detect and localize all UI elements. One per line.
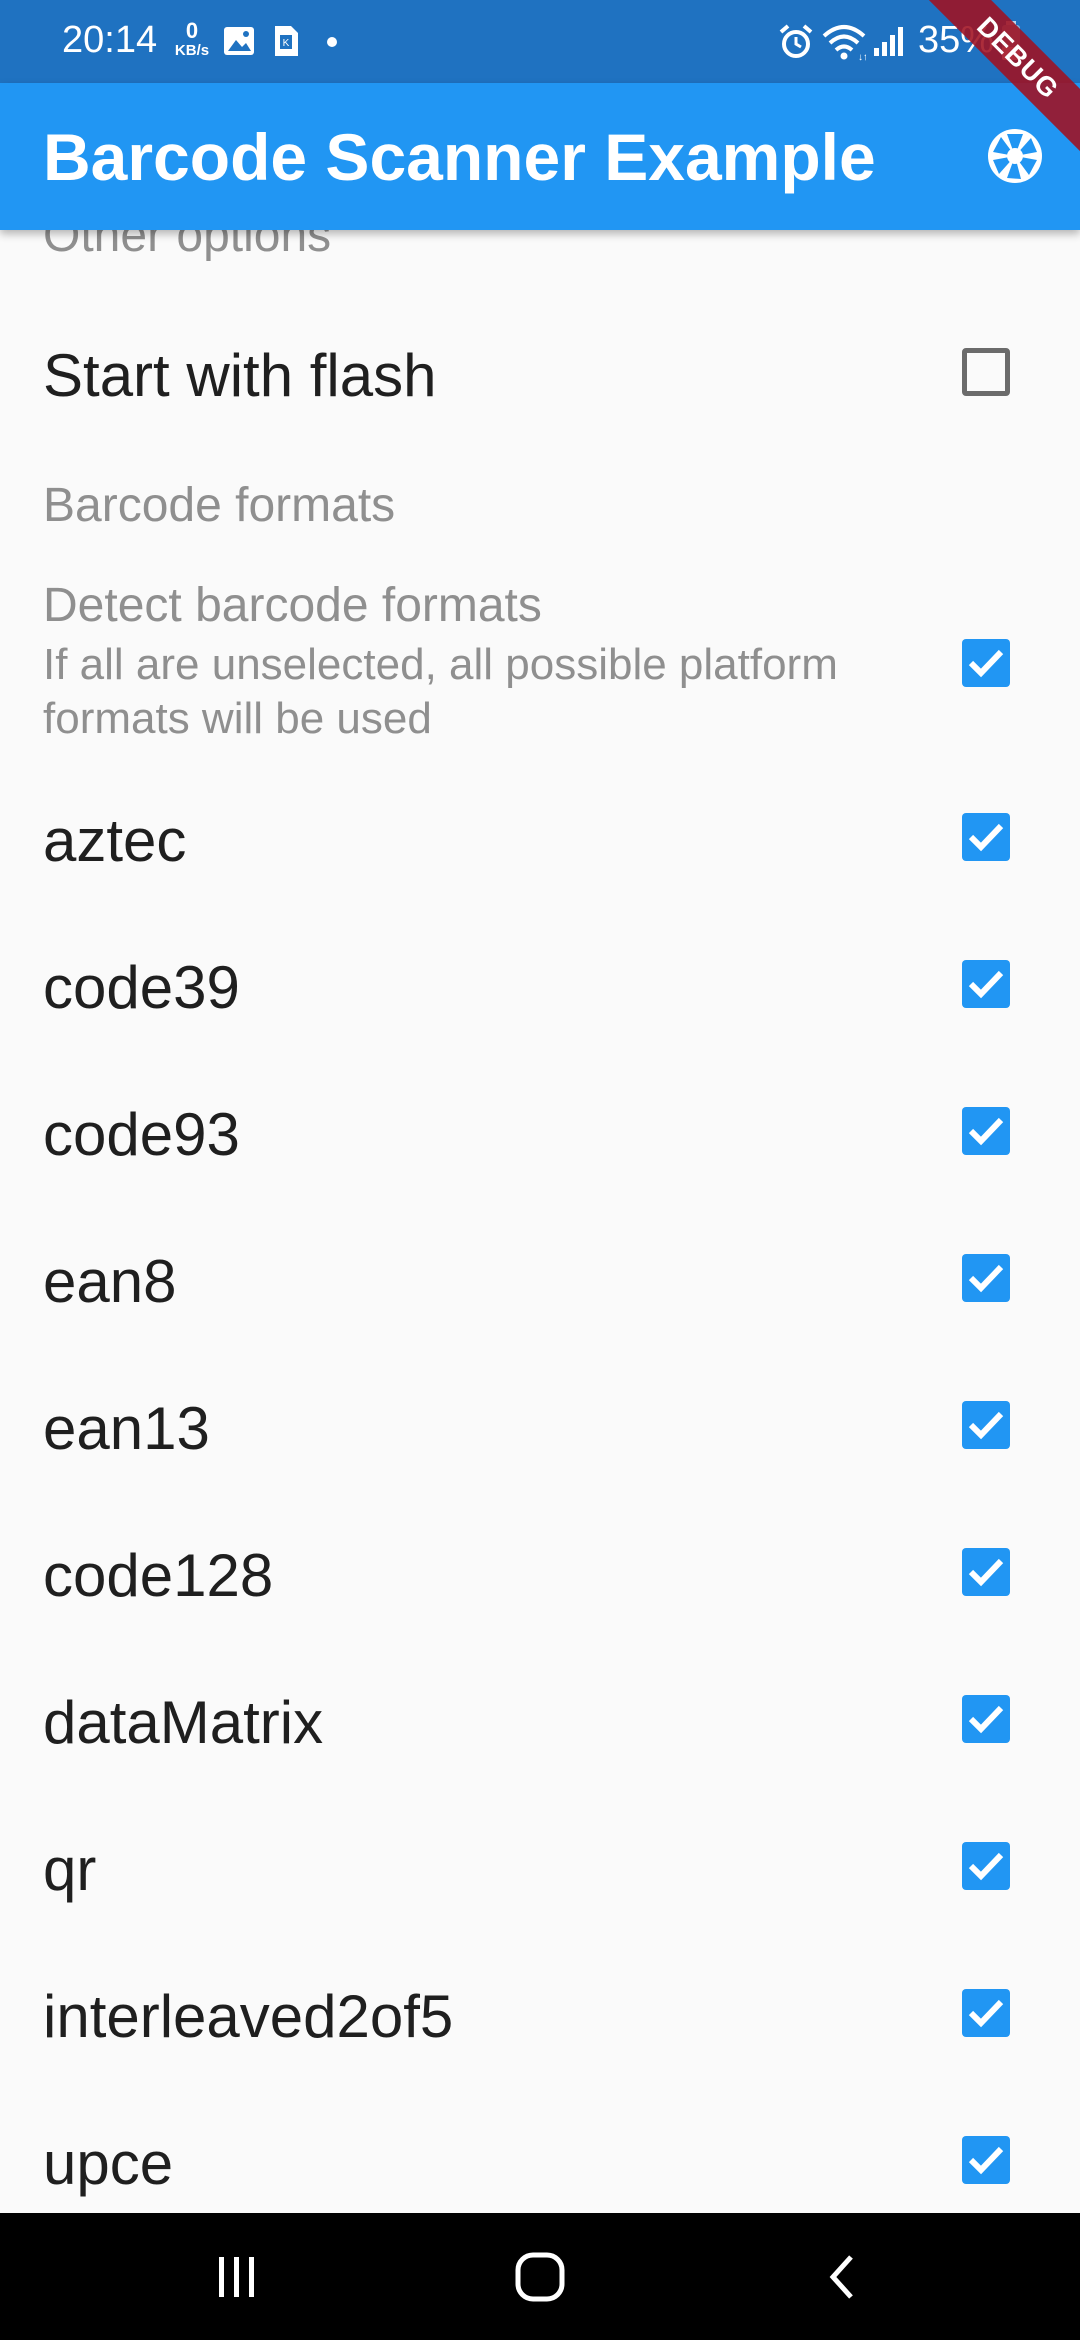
format-checkbox[interactable]: [962, 812, 1010, 861]
alarm-icon: [779, 24, 813, 58]
navigation-bar: [0, 2213, 1080, 2340]
image-icon: [224, 27, 254, 55]
checkmark-icon: [968, 649, 1004, 678]
format-checkbox[interactable]: [962, 1400, 1010, 1449]
app-bar: Barcode Scanner Example: [0, 83, 1080, 230]
svg-text:↓↑: ↓↑: [858, 52, 866, 62]
checkmark-icon: [968, 2146, 1004, 2174]
checkmark-icon: [968, 1264, 1004, 1292]
format-checkbox[interactable]: [962, 1988, 1010, 2037]
format-label: upce: [43, 2130, 174, 2197]
format-label: ean8: [43, 1248, 177, 1315]
format-label: aztec: [43, 807, 187, 874]
format-row-code39[interactable]: code39: [0, 910, 1080, 1057]
format-label: qr: [43, 1836, 97, 1903]
checkmark-icon: [968, 823, 1004, 851]
format-checkbox[interactable]: [962, 959, 1010, 1008]
format-checkbox[interactable]: [962, 1841, 1010, 1890]
format-checkbox[interactable]: [962, 1106, 1010, 1155]
checkmark-icon: [968, 1411, 1004, 1439]
back-button[interactable]: [741, 2213, 941, 2340]
format-row-qr[interactable]: qr: [0, 1792, 1080, 1939]
checkmark-icon: [968, 1999, 1004, 2027]
format-label: code39: [43, 954, 240, 1021]
home-icon: [515, 2252, 565, 2301]
section-header-barcode-formats: Barcode formats: [43, 479, 396, 532]
start-with-flash-row[interactable]: Start with flash: [0, 298, 1080, 445]
format-checkbox[interactable]: [962, 2135, 1010, 2184]
format-label: interleaved2of5: [43, 1983, 454, 2050]
status-bar: 20:14 0 KB/s K ↓↑ 35%: [0, 0, 1080, 83]
detect-formats-title: Detect barcode formats: [43, 579, 542, 632]
detect-formats-subtitle: If all are unselected, all possible plat…: [43, 640, 838, 743]
format-row-aztec[interactable]: aztec: [0, 763, 1080, 910]
format-label: code93: [43, 1101, 240, 1168]
format-row-interleaved2of5[interactable]: interleaved2of5: [0, 1939, 1080, 2086]
signal-icon: [874, 27, 903, 56]
page-title: Barcode Scanner Example: [43, 120, 876, 194]
battery-icon: [1002, 21, 1020, 60]
checkmark-icon: [968, 1852, 1004, 1880]
start-with-flash-checkbox[interactable]: [962, 347, 1010, 396]
format-checkbox[interactable]: [962, 1253, 1010, 1302]
format-row-code128[interactable]: code128: [0, 1498, 1080, 1645]
format-row-upce[interactable]: upce: [0, 2086, 1080, 2213]
checkmark-icon: [968, 1705, 1004, 1733]
network-speed: 0 KB/s: [172, 18, 212, 60]
format-label: dataMatrix: [43, 1689, 324, 1756]
settings-list[interactable]: Other options Start with flash Barcode f…: [0, 230, 1080, 2213]
home-button[interactable]: [440, 2213, 640, 2340]
format-row-ean13[interactable]: ean13: [0, 1351, 1080, 1498]
network-speed-value: 0: [185, 18, 199, 43]
back-icon: [829, 2254, 853, 2299]
camera-button[interactable]: [985, 126, 1045, 186]
detect-formats-row[interactable]: Detect barcode formats If all are unsele…: [0, 578, 1080, 748]
checkmark-icon: [968, 970, 1004, 998]
screen: 20:14 0 KB/s K ↓↑ 35% Barcode Scanner Ex…: [0, 0, 1080, 2340]
recent-apps-button[interactable]: [137, 2213, 337, 2340]
start-with-flash-label: Start with flash: [43, 342, 437, 409]
checkmark-icon: [968, 1558, 1004, 1586]
sim-card-icon: K: [275, 26, 298, 56]
svg-text:K: K: [283, 38, 290, 49]
checkmark-icon: [968, 1117, 1004, 1145]
network-speed-unit: KB/s: [174, 42, 210, 59]
format-label: ean13: [43, 1395, 210, 1462]
camera-shutter-icon: [988, 129, 1042, 183]
format-label: code128: [43, 1542, 274, 1609]
battery-percent: 35%: [918, 19, 995, 61]
format-row-dataMatrix[interactable]: dataMatrix: [0, 1645, 1080, 1792]
format-checkbox[interactable]: [962, 1694, 1010, 1743]
detect-formats-checkbox[interactable]: [962, 639, 1010, 687]
dot-icon: [327, 37, 337, 47]
format-row-ean8[interactable]: ean8: [0, 1204, 1080, 1351]
status-time: 20:14: [62, 19, 158, 61]
section-header-other-options: Other options: [43, 230, 332, 262]
format-checkbox[interactable]: [962, 1547, 1010, 1596]
recent-apps-icon: [219, 2256, 254, 2297]
wifi-icon: ↓↑: [822, 25, 866, 62]
format-row-code93[interactable]: code93: [0, 1057, 1080, 1204]
